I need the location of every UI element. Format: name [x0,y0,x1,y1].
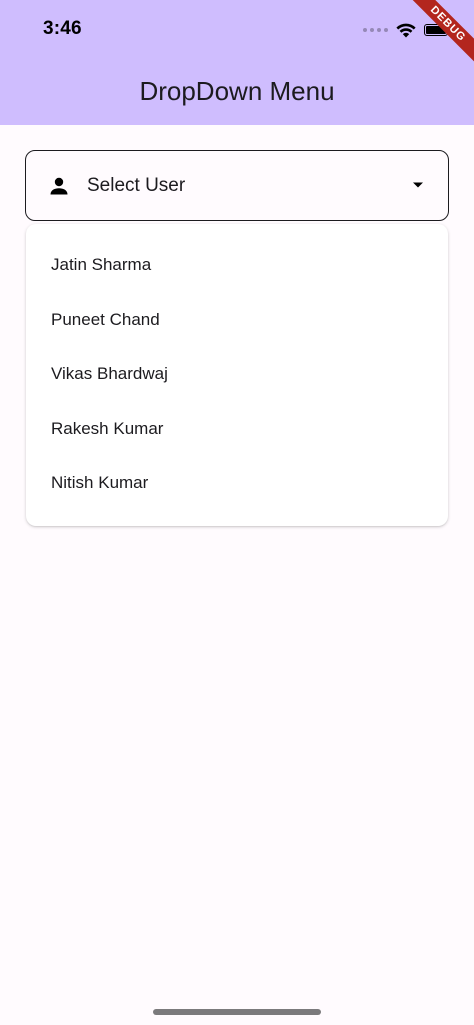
cellular-signal-icon [363,28,388,32]
menu-item-puneet-chand[interactable]: Puneet Chand [26,293,448,348]
select-user-dropdown[interactable]: Select User [25,150,449,221]
app-screen: 3:46 DEBUG DropDown Menu Select User Jat… [0,0,474,1025]
menu-item-nitish-kumar[interactable]: Nitish Kumar [26,456,448,511]
menu-item-jatin-sharma[interactable]: Jatin Sharma [26,238,448,293]
dropdown-menu: Jatin Sharma Puneet Chand Vikas Bhardwaj… [26,224,448,526]
menu-item-rakesh-kumar[interactable]: Rakesh Kumar [26,402,448,457]
arrow-drop-down-icon[interactable] [412,179,424,191]
battery-icon [424,24,451,36]
page-title: DropDown Menu [139,76,335,106]
status-icons [363,20,451,40]
wifi-icon [396,23,416,37]
status-time: 3:46 [43,18,82,39]
home-indicator[interactable] [153,1009,321,1015]
menu-item-vikas-bhardwaj[interactable]: Vikas Bhardwaj [26,347,448,402]
dropdown-label: Select User [87,174,186,196]
person-icon [47,174,71,198]
app-bar: 3:46 DEBUG DropDown Menu [0,0,474,125]
